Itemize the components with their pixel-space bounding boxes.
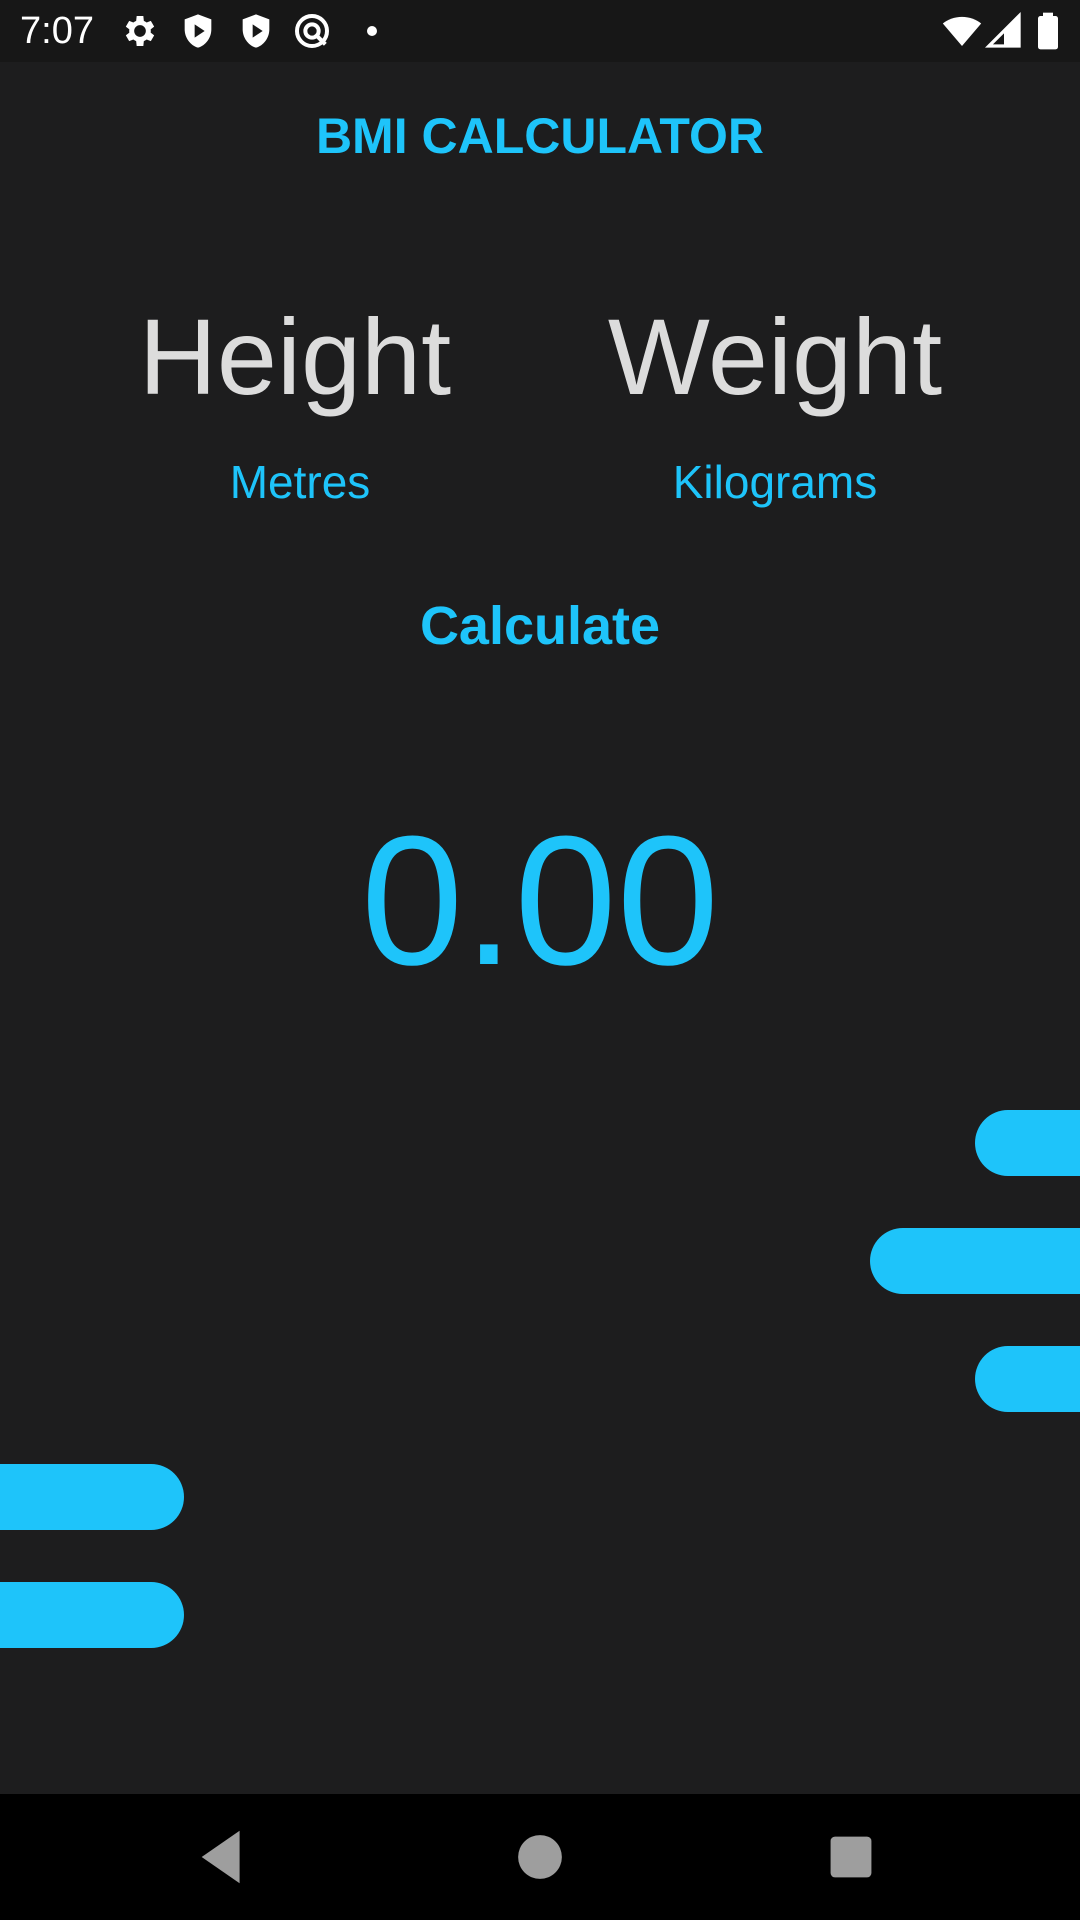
decorative-pill (0, 1582, 184, 1648)
decorative-pill (870, 1228, 1080, 1294)
at-sync-icon (292, 11, 332, 51)
app-title: BMI CALCULATOR (315, 108, 765, 164)
decorative-pill (975, 1346, 1080, 1412)
bmi-result: 0.00 (360, 797, 720, 1003)
recents-icon[interactable] (816, 1822, 886, 1892)
back-icon[interactable] (190, 1822, 260, 1892)
weight-label: Weight (607, 296, 943, 417)
home-icon[interactable] (505, 1822, 575, 1892)
shield-play-icon (178, 11, 218, 51)
height-label: Height (138, 296, 452, 417)
calculate-button[interactable]: Calculate (340, 590, 740, 660)
battery-icon (1032, 11, 1064, 51)
navigation-bar (0, 1794, 1080, 1920)
gear-icon (120, 11, 160, 51)
screen: 7:07 BMI CALCULATOR Height Weight Metres… (0, 0, 1080, 1920)
height-input[interactable] (150, 452, 450, 512)
decorative-pill (975, 1110, 1080, 1176)
wifi-icon (942, 11, 982, 51)
decorative-pill (0, 1464, 184, 1530)
shield-play-icon (236, 11, 276, 51)
status-time: 7:07 (20, 10, 94, 52)
status-bar: 7:07 (0, 0, 1080, 62)
dot-icon (352, 11, 392, 51)
weight-input[interactable] (625, 452, 925, 512)
cell-signal-icon (984, 11, 1024, 51)
